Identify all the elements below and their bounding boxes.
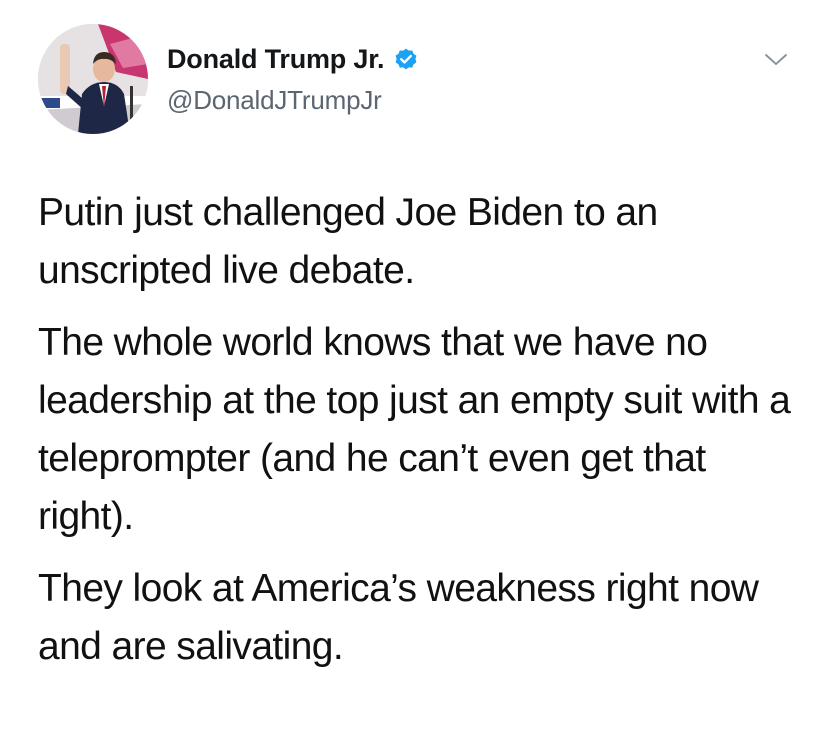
chevron-down-icon[interactable]	[761, 49, 791, 71]
tweet-paragraph: They look at America’s weakness right no…	[38, 567, 759, 668]
display-name[interactable]: Donald Trump Jr.	[167, 44, 385, 75]
author-handle[interactable]: @DonaldJTrumpJr	[167, 85, 382, 116]
tweet-paragraph: Putin just challenged Joe Biden to an un…	[38, 191, 658, 292]
author-name-row: Donald Trump Jr.	[167, 44, 419, 75]
verified-badge-icon	[393, 47, 419, 73]
avatar-photo	[38, 24, 148, 134]
tweet-paragraph: The whole world knows that we have no le…	[38, 321, 791, 538]
avatar[interactable]	[38, 24, 148, 134]
tweet-text: Putin just challenged Joe Biden to an un…	[38, 184, 808, 676]
tweet-card: Donald Trump Jr. @DonaldJTrumpJr Putin j…	[0, 0, 827, 746]
